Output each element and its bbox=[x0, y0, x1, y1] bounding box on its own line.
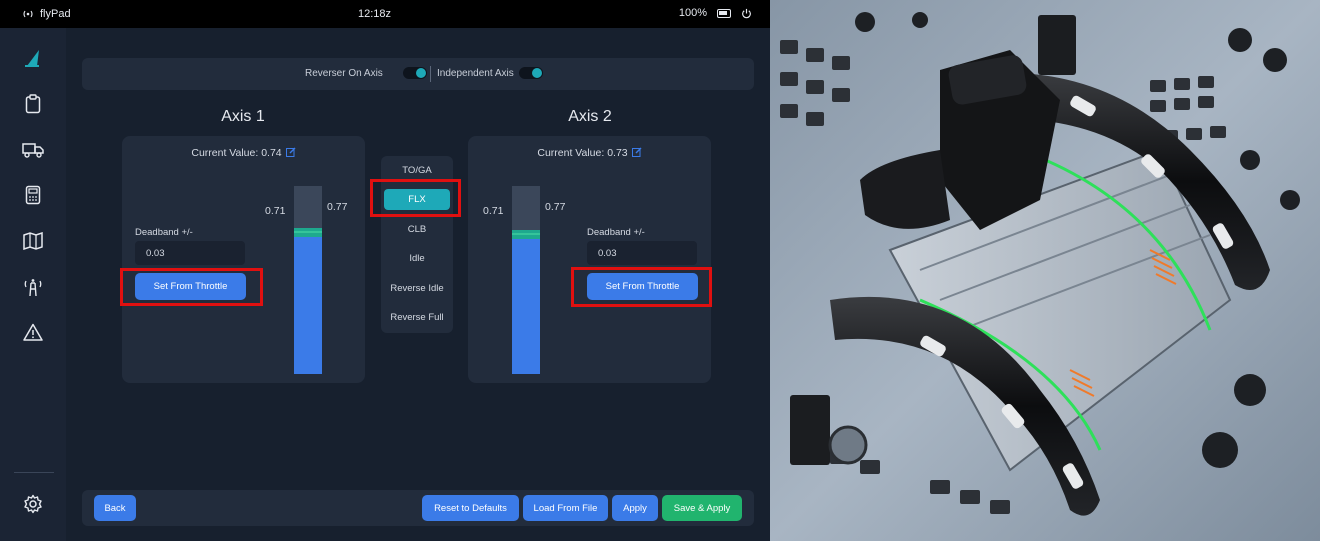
axis-1-card: Current Value: 0.74 Deadband +/- Set Fro… bbox=[122, 136, 365, 383]
edit-icon[interactable] bbox=[285, 147, 296, 157]
tower-icon[interactable] bbox=[22, 276, 44, 298]
clock: 12:18z bbox=[358, 8, 392, 20]
broadcast-icon bbox=[23, 10, 33, 18]
axis-1-lower-label: 0.71 bbox=[265, 205, 286, 217]
axis-2-deadband-label: Deadband +/- bbox=[587, 227, 645, 238]
detent-toga[interactable]: TO/GA bbox=[381, 165, 453, 176]
load-from-file-button[interactable]: Load From File bbox=[523, 495, 608, 521]
detent-clb[interactable]: CLB bbox=[381, 224, 453, 235]
detent-flx[interactable]: FLX bbox=[384, 189, 450, 210]
truck-icon[interactable] bbox=[22, 139, 44, 161]
settings-icon[interactable] bbox=[22, 493, 44, 515]
axis-1-deadband-label: Deadband +/- bbox=[135, 227, 193, 238]
axis-2-current-value: Current Value: 0.73 bbox=[537, 147, 628, 159]
warning-icon[interactable] bbox=[22, 321, 44, 343]
axis-2-set-from-throttle-button[interactable]: Set From Throttle bbox=[587, 273, 698, 300]
app-name: flyPad bbox=[40, 8, 71, 20]
battery-percent: 100% bbox=[678, 7, 707, 19]
axis-1-deadband-input[interactable] bbox=[135, 241, 245, 265]
reset-to-defaults-button[interactable]: Reset to Defaults bbox=[422, 495, 519, 521]
axis-2-card: Current Value: 0.73 0.71 0.77 Deadband +… bbox=[468, 136, 711, 383]
axis-1-bar-track bbox=[294, 186, 322, 374]
axis-1-set-from-throttle-button[interactable]: Set From Throttle bbox=[135, 273, 246, 300]
sidebar-divider bbox=[14, 472, 54, 473]
flypad-tablet: flyPad 12:18z 100% Reverser On Axis Inde… bbox=[0, 0, 770, 541]
checklist-icon[interactable] bbox=[22, 93, 44, 115]
independent-axis-label: Independent Axis bbox=[437, 68, 514, 79]
axis-2-bar-track bbox=[512, 186, 540, 374]
apply-button[interactable]: Apply bbox=[612, 495, 658, 521]
detent-idle[interactable]: Idle bbox=[381, 253, 453, 264]
independent-axis-toggle[interactable] bbox=[519, 67, 543, 79]
throttle-quadrant-illustration bbox=[770, 0, 1320, 541]
edit-icon[interactable] bbox=[631, 147, 642, 157]
power-icon[interactable] bbox=[741, 8, 752, 19]
status-bar: flyPad 12:18z 100% bbox=[0, 0, 770, 28]
detent-reverse-full[interactable]: Reverse Full bbox=[381, 312, 453, 323]
axis-2-bar-fill bbox=[512, 237, 540, 374]
axis-1-current-value: Current Value: 0.74 bbox=[191, 147, 282, 159]
axis-1-title: Axis 1 bbox=[221, 108, 265, 125]
axis-2-title: Axis 2 bbox=[568, 108, 612, 125]
reverser-on-axis-toggle[interactable] bbox=[403, 67, 427, 79]
axis-2-detent-band bbox=[512, 230, 540, 239]
calculator-icon[interactable] bbox=[22, 184, 44, 206]
throttle-quadrant-photo bbox=[770, 0, 1320, 541]
axis-1-detent-band bbox=[294, 228, 322, 237]
flypad-logo[interactable] bbox=[22, 47, 44, 69]
detent-list: TO/GA FLX CLB Idle Reverse Idle Reverse … bbox=[381, 156, 453, 333]
axis-2-lower-label: 0.71 bbox=[483, 205, 504, 217]
save-and-apply-button[interactable]: Save & Apply bbox=[662, 495, 742, 521]
back-button[interactable]: Back bbox=[94, 495, 136, 521]
battery-icon bbox=[717, 8, 731, 18]
sidebar bbox=[0, 28, 66, 541]
axis-2-deadband-input[interactable] bbox=[587, 241, 697, 265]
detent-reverse-idle[interactable]: Reverse Idle bbox=[381, 283, 453, 294]
map-icon[interactable] bbox=[22, 230, 44, 252]
axis-2-upper-label: 0.77 bbox=[545, 201, 566, 213]
axis-1-upper-label: 0.77 bbox=[327, 201, 348, 213]
reverser-on-axis-label: Reverser On Axis bbox=[305, 68, 383, 79]
toggles-bar: Reverser On Axis Independent Axis bbox=[82, 58, 754, 90]
axis-1-bar-fill bbox=[294, 235, 322, 374]
toggle-divider bbox=[430, 66, 431, 82]
footer-bar: Back Reset to Defaults Load From File Ap… bbox=[82, 490, 754, 526]
throttle-config-panel: Reverser On Axis Independent Axis Axis 1… bbox=[66, 28, 770, 541]
